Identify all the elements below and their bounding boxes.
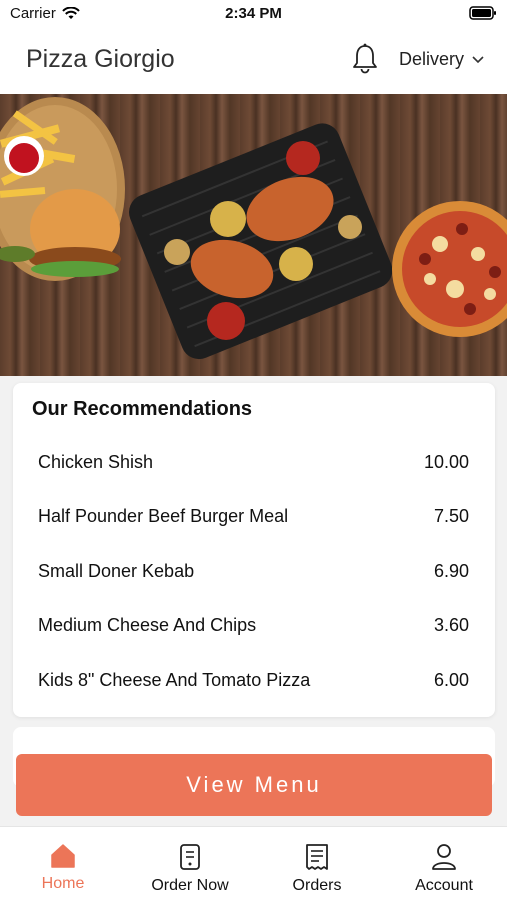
tab-orders[interactable]: Orders <box>254 827 380 901</box>
item-price: 6.90 <box>433 560 469 581</box>
receipt-icon <box>306 844 328 870</box>
list-item[interactable]: Half Pounder Beef Burger Meal 7.50 <box>38 490 469 545</box>
status-time: 2:34 PM <box>225 5 282 22</box>
delivery-label: Delivery <box>399 49 465 69</box>
item-name: Small Doner Kebab <box>38 560 195 581</box>
user-icon <box>432 844 456 870</box>
recommendations-list: Chicken Shish 10.00 Half Pounder Beef Bu… <box>38 435 469 708</box>
list-item[interactable]: Chicken Shish 10.00 <box>38 435 469 490</box>
item-price: 6.00 <box>433 669 469 690</box>
chevron-down-icon <box>472 55 484 63</box>
tab-label: Account <box>415 877 473 894</box>
recommendations-heading: Our Recommendations <box>32 398 253 420</box>
battery-icon <box>469 6 497 24</box>
list-item[interactable]: Small Doner Kebab 6.90 <box>38 544 469 599</box>
tab-account[interactable]: Account <box>381 827 507 901</box>
restaurant-title: Pizza Giorgio <box>26 45 175 73</box>
status-bar: Carrier 2:34 PM <box>0 0 507 28</box>
item-name: Kids 8" Cheese And Tomato Pizza <box>38 669 311 690</box>
tab-label: Orders <box>292 877 342 894</box>
item-name: Half Pounder Beef Burger Meal <box>38 506 289 527</box>
list-item[interactable]: Kids 8" Cheese And Tomato Pizza 6.00 <box>38 653 469 708</box>
notification-bell-icon[interactable] <box>350 43 380 80</box>
recommendations-card: Our Recommendations Chicken Shish 10.00 … <box>13 383 495 717</box>
food-illustration <box>0 97 507 360</box>
tab-label: Order Now <box>151 877 229 894</box>
tab-order-now[interactable]: Order Now <box>127 827 253 901</box>
view-menu-button[interactable]: View Menu <box>16 754 492 816</box>
item-name: Medium Cheese And Chips <box>38 615 257 636</box>
delivery-mode-dropdown[interactable]: Delivery <box>399 49 484 70</box>
hero-food-image <box>0 94 507 376</box>
order-icon <box>180 844 200 870</box>
tab-home[interactable]: Home <box>0 827 126 901</box>
app-header: Pizza Giorgio Delivery <box>0 28 507 94</box>
tab-label: Home <box>41 875 85 892</box>
home-icon <box>51 844 75 868</box>
list-item[interactable]: Medium Cheese And Chips 3.60 <box>38 599 469 654</box>
bottom-tab-bar: Home Order Now Orders Account <box>0 826 507 901</box>
item-price: 3.60 <box>433 615 469 636</box>
item-price: 10.00 <box>423 451 469 472</box>
item-price: 7.50 <box>433 506 469 527</box>
item-name: Chicken Shish <box>38 451 154 472</box>
